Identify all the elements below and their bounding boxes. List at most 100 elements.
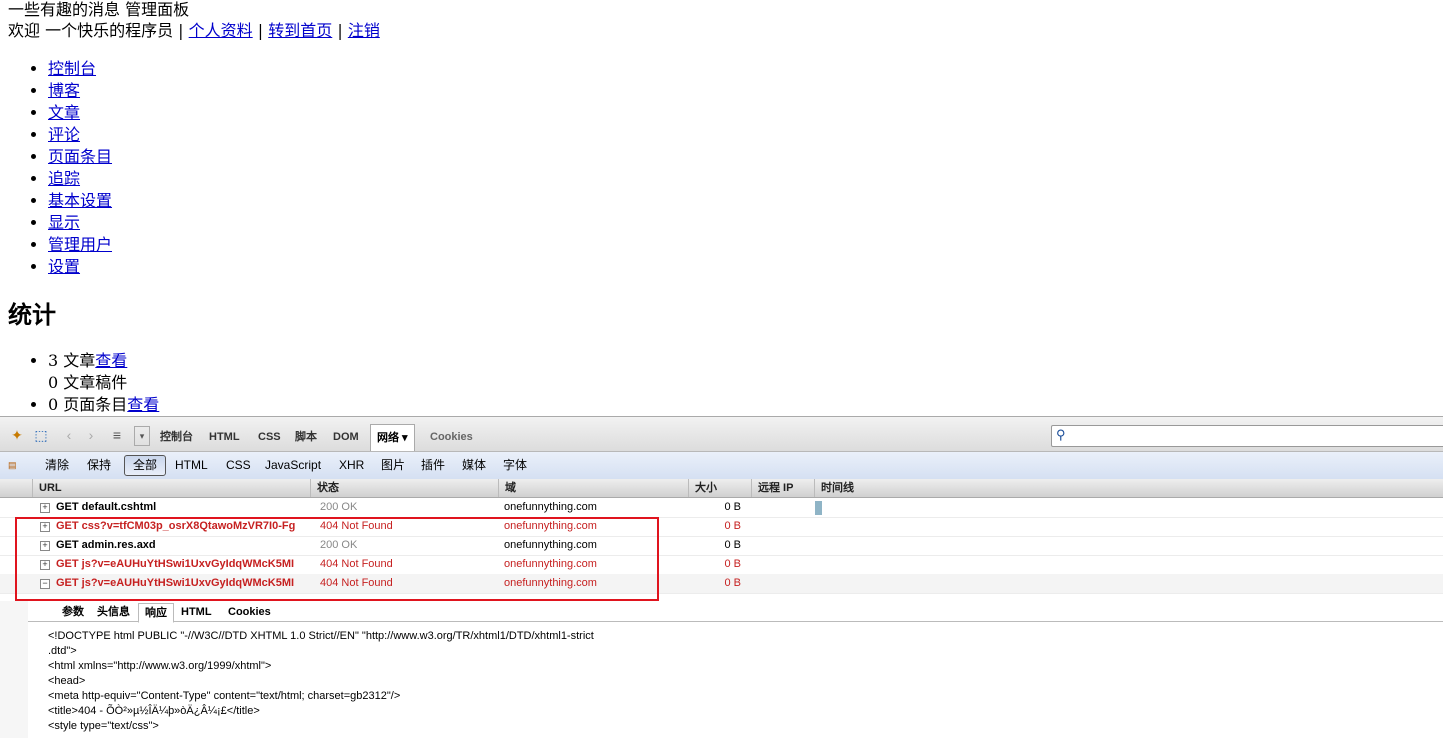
dropdown-icon[interactable]: ▾ (134, 426, 150, 446)
nav-item: 页面条目 (48, 146, 112, 168)
filter-javascript[interactable]: JavaScript (265, 452, 321, 479)
filter-images[interactable]: 图片 (381, 452, 405, 479)
request-size: 0 B (724, 558, 741, 570)
collapse-toggle[interactable]: − (40, 579, 50, 589)
expand-toggle[interactable]: + (40, 522, 50, 532)
forward-icon[interactable]: › (82, 426, 100, 444)
filter-media[interactable]: 媒体 (462, 452, 486, 479)
persist-button[interactable]: 保持 (87, 452, 111, 479)
filter-css[interactable]: CSS (226, 452, 251, 479)
response-line: <meta http-equiv="Content-Type" content=… (48, 690, 401, 702)
response-line: <!DOCTYPE html PUBLIC "-//W3C//DTD XHTML… (48, 630, 594, 642)
nav-item: 显示 (48, 212, 112, 234)
nav-link-basic-settings[interactable]: 基本设置 (48, 191, 112, 210)
table-row[interactable]: + GET default.cshtml 200 OK onefunnythin… (0, 498, 1443, 518)
profile-link[interactable]: 个人资料 (189, 21, 253, 40)
tab-response[interactable]: 响应 (138, 603, 174, 623)
table-row[interactable]: + GET css?v=tfCM03p_osrX8QtawoMzVR7I0-Fg… (0, 517, 1443, 537)
stats-drafts-text: 0 文章稿件 (48, 373, 128, 392)
view-posts-link[interactable]: 查看 (95, 351, 127, 370)
filter-html[interactable]: HTML (175, 452, 208, 479)
separator: | (252, 21, 269, 40)
table-row[interactable]: + GET admin.res.axd 200 OK onefunnything… (0, 536, 1443, 556)
stats-item-drafts: 0 文章稿件 (48, 372, 159, 394)
request-status: 404 Not Found (320, 558, 393, 570)
nav-item: 追踪 (48, 168, 112, 190)
list-icon[interactable]: ≡ (108, 426, 126, 444)
col-status[interactable]: 状态 (310, 479, 498, 497)
request-status: 404 Not Found (320, 520, 393, 532)
back-icon[interactable]: ‹ (60, 426, 78, 444)
request-status: 404 Not Found (320, 577, 393, 589)
tab-params[interactable]: 参数 (56, 603, 90, 621)
col-timeline[interactable]: 时间线 (814, 479, 1443, 497)
search-input[interactable]: ⚲ (1051, 425, 1443, 447)
firebug-toolbar: ✦ ⬚ ‹ › ≡ ▾ 控制台 HTML CSS 脚本 DOM 网络 ▾ Coo… (0, 417, 1443, 452)
net-filter-bar: ▤ 清除 保持 全部 HTML CSS JavaScript XHR 图片 插件… (0, 452, 1443, 480)
detail-gutter (0, 601, 28, 738)
table-row[interactable]: + GET js?v=eAUHuYtHSwi1UxvGyIdqWMcK5MI 4… (0, 555, 1443, 575)
nav-link-display[interactable]: 显示 (48, 213, 80, 232)
panel-tab-cookies[interactable]: Cookies (430, 417, 473, 451)
nav-item: 控制台 (48, 58, 112, 80)
panel-tab-console[interactable]: 控制台 (160, 417, 193, 451)
request-url: GET js?v=eAUHuYtHSwi1UxvGyIdqWMcK5MI (56, 558, 295, 570)
col-url[interactable]: URL (32, 479, 310, 497)
filter-all[interactable]: 全部 (124, 455, 167, 476)
col-size[interactable]: 大小 (688, 479, 751, 497)
request-domain: onefunnything.com (504, 539, 597, 551)
net-table-header: URL 状态 域 大小 远程 IP 时间线 (0, 479, 1443, 498)
view-pages-link[interactable]: 查看 (127, 395, 159, 414)
detail-tabs: 参数 头信息 响应 HTML Cookies (28, 601, 1443, 623)
nav-link-blog[interactable]: 博客 (48, 81, 80, 100)
request-domain: onefunnything.com (504, 558, 597, 570)
tab-cookies[interactable]: Cookies (222, 603, 277, 621)
request-status: 200 OK (320, 501, 358, 513)
tab-headers[interactable]: 头信息 (91, 603, 136, 621)
panel-tab-dom[interactable]: DOM (333, 417, 359, 451)
nav-link-comments[interactable]: 评论 (48, 125, 80, 144)
expand-toggle[interactable]: + (40, 541, 50, 551)
panel-tab-script[interactable]: 脚本 (295, 417, 317, 451)
expand-toggle[interactable]: + (40, 560, 50, 570)
logout-link[interactable]: 注销 (348, 21, 380, 40)
tab-html[interactable]: HTML (175, 603, 218, 621)
nav-item: 设置 (48, 256, 112, 278)
response-line: <title>404 - ÕÒ²»µ½ÎÄ¼þ»òÄ¿Â¼¡£</title> (48, 705, 260, 717)
nav-link-dashboard[interactable]: 控制台 (48, 59, 96, 78)
request-url: GET css?v=tfCM03p_osrX8QtawoMzVR7I0-Fg (56, 520, 296, 532)
request-url: GET default.cshtml (56, 501, 157, 513)
welcome-text: 欢迎 一个快乐的程序员 | (8, 21, 189, 40)
col-domain[interactable]: 域 (498, 479, 688, 497)
response-line: <html xmlns="http://www.w3.org/1999/xhtm… (48, 660, 272, 672)
response-line: <head> (48, 675, 86, 687)
inspect-icon[interactable]: ⬚ (32, 426, 50, 444)
panel-tab-html[interactable]: HTML (209, 417, 240, 451)
nav-link-posts[interactable]: 文章 (48, 103, 80, 122)
nav-link-trackbacks[interactable]: 追踪 (48, 169, 80, 188)
nav-link-settings[interactable]: 设置 (48, 257, 80, 276)
firebug-icon[interactable]: ✦ (8, 426, 26, 444)
col-remote-ip[interactable]: 远程 IP (751, 479, 814, 497)
admin-nav: 控制台 博客 文章 评论 页面条目 追踪 基本设置 显示 管理用户 设置 (48, 58, 112, 278)
request-size: 0 B (724, 520, 741, 532)
nav-item: 评论 (48, 124, 112, 146)
clear-button[interactable]: 清除 (45, 452, 69, 479)
panel-tab-net[interactable]: 网络 ▾ (370, 424, 415, 451)
nav-link-users[interactable]: 管理用户 (48, 235, 112, 254)
nav-item: 管理用户 (48, 234, 112, 256)
expand-toggle[interactable]: + (40, 503, 50, 513)
nav-item: 博客 (48, 80, 112, 102)
stats-item-pages: 0 页面条目查看 (48, 394, 159, 416)
panel-tab-css[interactable]: CSS (258, 417, 281, 451)
filter-plugins[interactable]: 插件 (421, 452, 445, 479)
firebug-panel: ✦ ⬚ ‹ › ≡ ▾ 控制台 HTML CSS 脚本 DOM 网络 ▾ Coo… (0, 416, 1443, 738)
request-status: 200 OK (320, 539, 358, 551)
home-link[interactable]: 转到首页 (268, 21, 332, 40)
filter-xhr[interactable]: XHR (339, 452, 364, 479)
request-size: 0 B (724, 539, 741, 551)
nav-link-pages[interactable]: 页面条目 (48, 147, 112, 166)
table-row[interactable]: − GET js?v=eAUHuYtHSwi1UxvGyIdqWMcK5MI 4… (0, 574, 1443, 594)
request-size: 0 B (724, 577, 741, 589)
filter-fonts[interactable]: 字体 (503, 452, 527, 479)
